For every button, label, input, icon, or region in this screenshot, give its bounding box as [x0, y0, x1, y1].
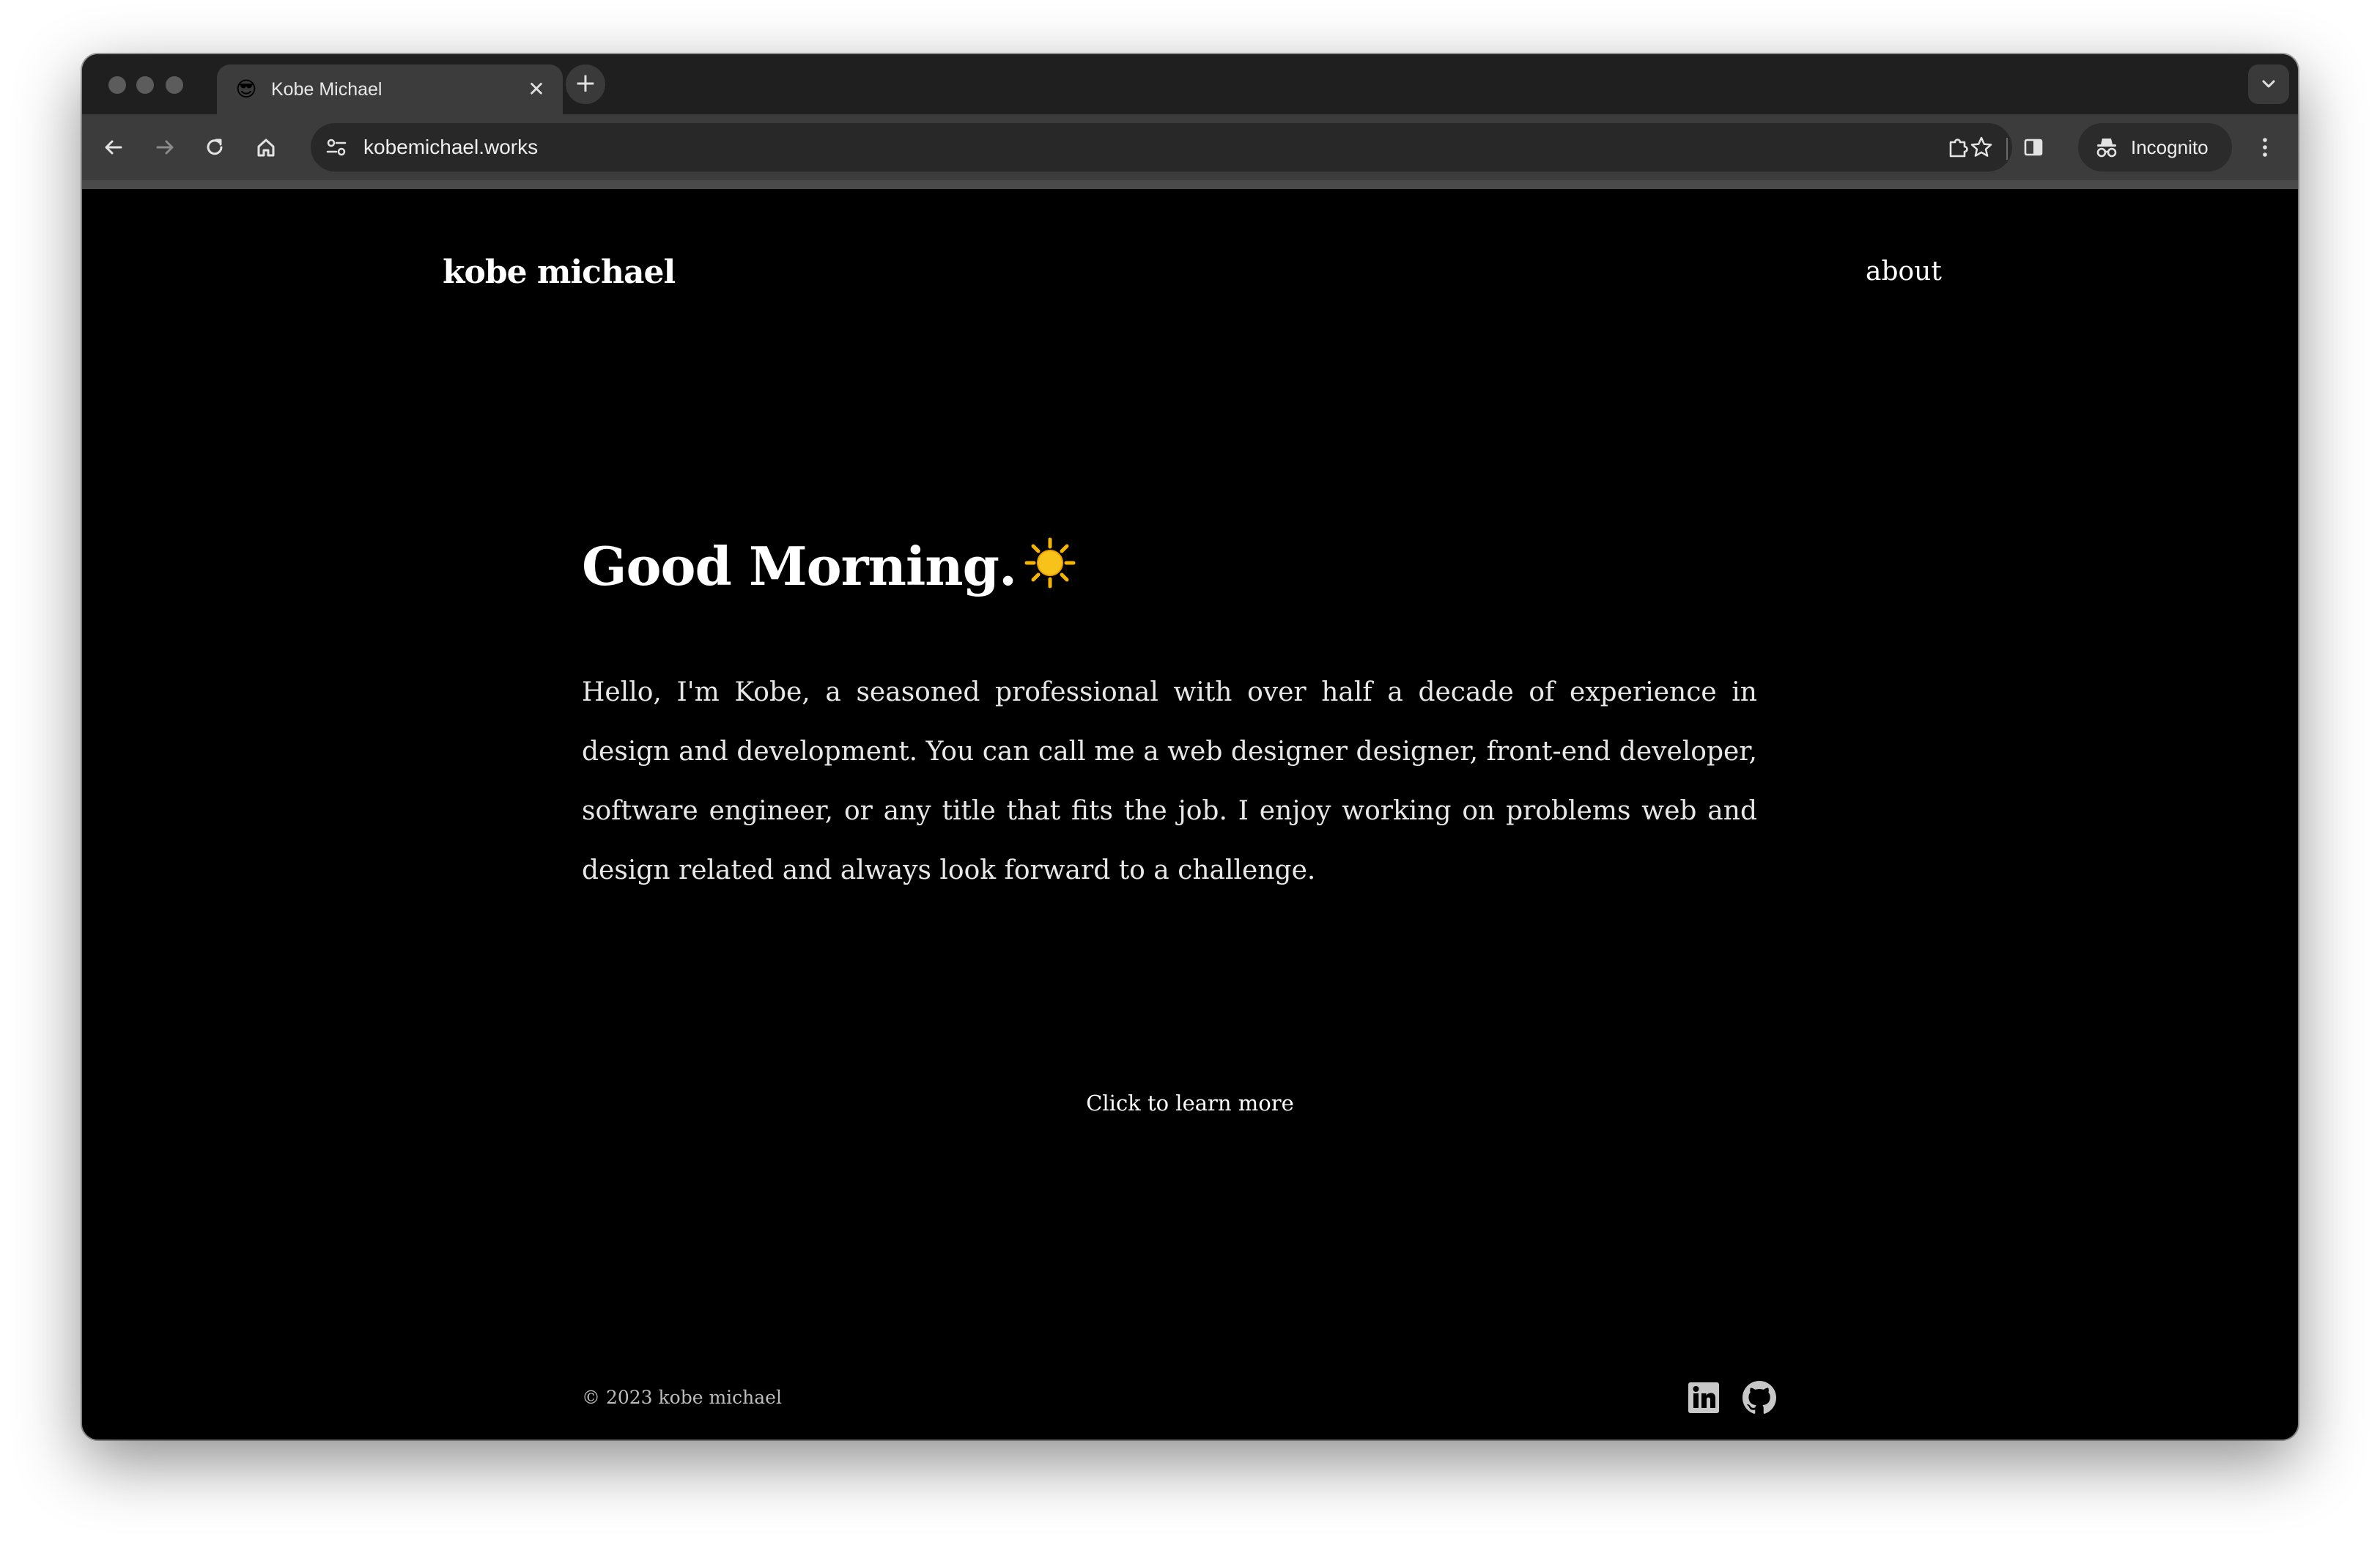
maximize-window-button[interactable]	[166, 76, 183, 94]
arrow-right-icon	[156, 140, 174, 155]
menu-button[interactable]	[2247, 129, 2283, 166]
footer-copyright: © 2023 kobe michael	[582, 1387, 782, 1408]
incognito-badge[interactable]: Incognito	[2078, 123, 2232, 172]
nav-link-about[interactable]: about	[1866, 257, 1942, 287]
address-bar[interactable]: kobemichael.works	[311, 123, 2012, 172]
tab-strip: 😎 Kobe Michael ✕ +	[82, 54, 2298, 114]
side-panel-button[interactable]	[2015, 129, 2052, 166]
toolbar-divider	[2006, 138, 2008, 160]
tab-favicon-icon: 😎	[235, 77, 257, 101]
reload-button[interactable]	[196, 129, 233, 166]
incognito-icon	[2096, 139, 2117, 158]
back-button[interactable]	[95, 129, 132, 166]
learn-more-link[interactable]: Click to learn more	[1086, 1091, 1294, 1116]
arrow-left-icon	[105, 140, 122, 155]
puzzle-icon	[1949, 139, 1968, 158]
hero-greeting: Good Morning.	[582, 535, 1076, 602]
home-icon	[257, 139, 275, 157]
reload-icon	[207, 139, 223, 155]
learn-more-area: Click to learn more	[82, 1091, 2298, 1116]
home-button[interactable]	[248, 129, 284, 166]
site-settings-icon[interactable]	[325, 137, 347, 158]
tab-title: Kobe Michael	[271, 79, 382, 100]
tab-close-icon[interactable]: ✕	[523, 76, 550, 103]
site-logo[interactable]: kobe michael	[443, 254, 676, 291]
github-icon	[1742, 1381, 1776, 1414]
chevron-down-icon	[2262, 80, 2275, 88]
web-page: kobe michael about Good Morning. Hello, …	[82, 189, 2298, 1440]
extensions-button[interactable]	[1940, 129, 1977, 166]
browser-window: 😎 Kobe Michael ✕ + kobemichael.works Inc…	[82, 54, 2298, 1440]
more-vertical-icon	[2263, 138, 2267, 157]
browser-toolbar: kobemichael.works Incognito	[82, 114, 2298, 180]
github-link[interactable]	[1742, 1381, 1776, 1415]
close-window-button[interactable]	[108, 76, 126, 94]
incognito-label: Incognito	[2131, 136, 2209, 158]
new-tab-button[interactable]: +	[566, 64, 605, 104]
tab-active[interactable]: 😎 Kobe Michael ✕	[217, 64, 563, 114]
side-panel-icon	[2024, 139, 2043, 156]
toolbar-bottom-edge	[82, 180, 2298, 189]
minimize-window-button[interactable]	[136, 76, 154, 94]
linkedin-link[interactable]	[1687, 1381, 1721, 1415]
hero-intro: Hello, I'm Kobe, a seasoned professional…	[582, 677, 1757, 885]
linkedin-icon	[1688, 1382, 1719, 1413]
greeting-text: Good Morning.	[582, 535, 1017, 597]
sun-icon	[1024, 537, 1076, 602]
forward-button[interactable]	[147, 129, 183, 166]
tab-search-button[interactable]	[2248, 64, 2289, 104]
url-text[interactable]: kobemichael.works	[363, 123, 538, 172]
